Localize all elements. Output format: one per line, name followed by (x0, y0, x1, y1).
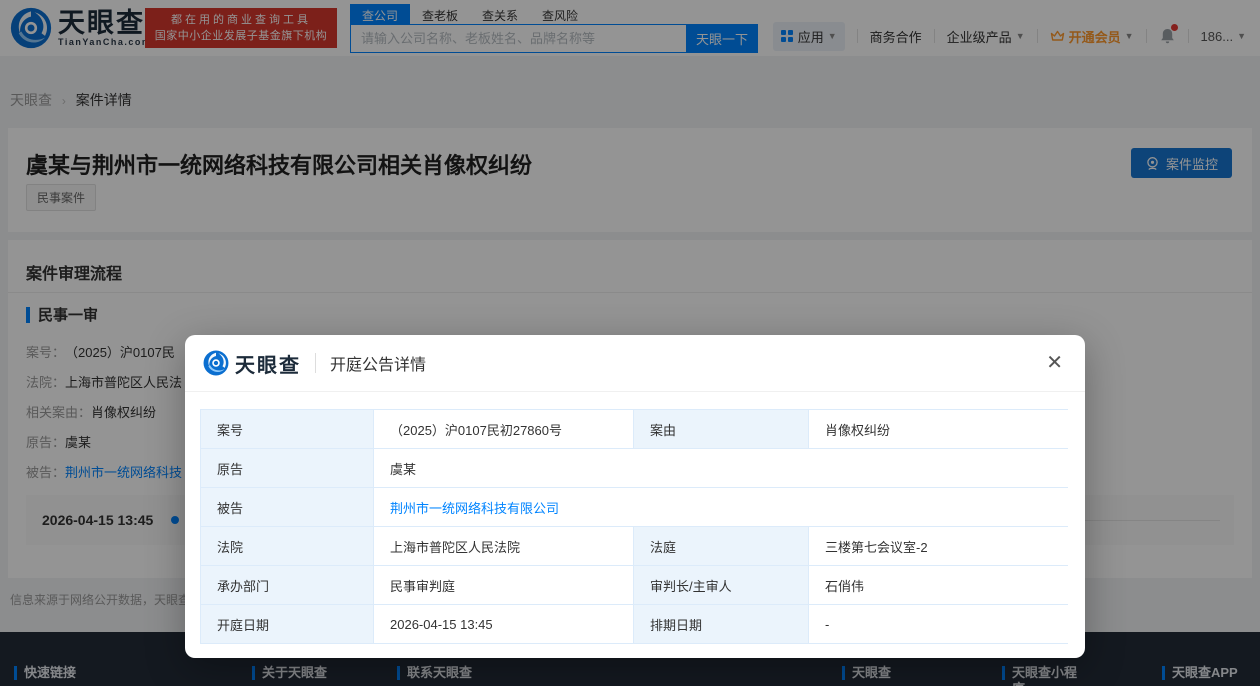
hearing-detail-table: 案号 （2025）沪0107民初27860号 案由 肖像权纠纷 原告 虞某 被告… (200, 409, 1068, 644)
divider (315, 353, 316, 373)
modal-header: 天眼查 开庭公告详情 ✕ (185, 335, 1085, 392)
close-icon[interactable]: ✕ (1046, 352, 1063, 374)
table-label: 开庭日期 (200, 604, 373, 643)
table-label: 排期日期 (633, 604, 808, 643)
defendant-company-link[interactable]: 荆州市一统网络科技有限公司 (390, 498, 559, 517)
table-label: 案由 (633, 409, 808, 448)
table-label: 审判长/主审人 (633, 565, 808, 604)
table-value: 虞某 (373, 448, 1068, 487)
table-value: 三楼第七会议室-2 (808, 526, 1068, 565)
table-value: （2025）沪0107民初27860号 (373, 409, 633, 448)
table-value: 上海市普陀区人民法院 (373, 526, 633, 565)
modal-brand: 天眼查 (235, 354, 301, 377)
table-value: - (808, 604, 1068, 643)
table-label: 承办部门 (200, 565, 373, 604)
table-value: 肖像权纠纷 (808, 409, 1068, 448)
table-value: 民事审判庭 (373, 565, 633, 604)
table-label: 案号 (200, 409, 373, 448)
table-label: 被告 (200, 487, 373, 526)
hearing-announcement-modal: 天眼查 开庭公告详情 ✕ 案号 （2025）沪0107民初27860号 案由 肖… (185, 335, 1085, 658)
table-value: 2026-04-15 13:45 (373, 604, 633, 643)
table-value: 荆州市一统网络科技有限公司 (373, 487, 1068, 526)
table-label: 原告 (200, 448, 373, 487)
tianyancha-logo-icon (203, 350, 229, 376)
table-label: 法院 (200, 526, 373, 565)
table-label: 法庭 (633, 526, 808, 565)
table-value: 石俏伟 (808, 565, 1068, 604)
modal-title: 开庭公告详情 (330, 357, 427, 374)
